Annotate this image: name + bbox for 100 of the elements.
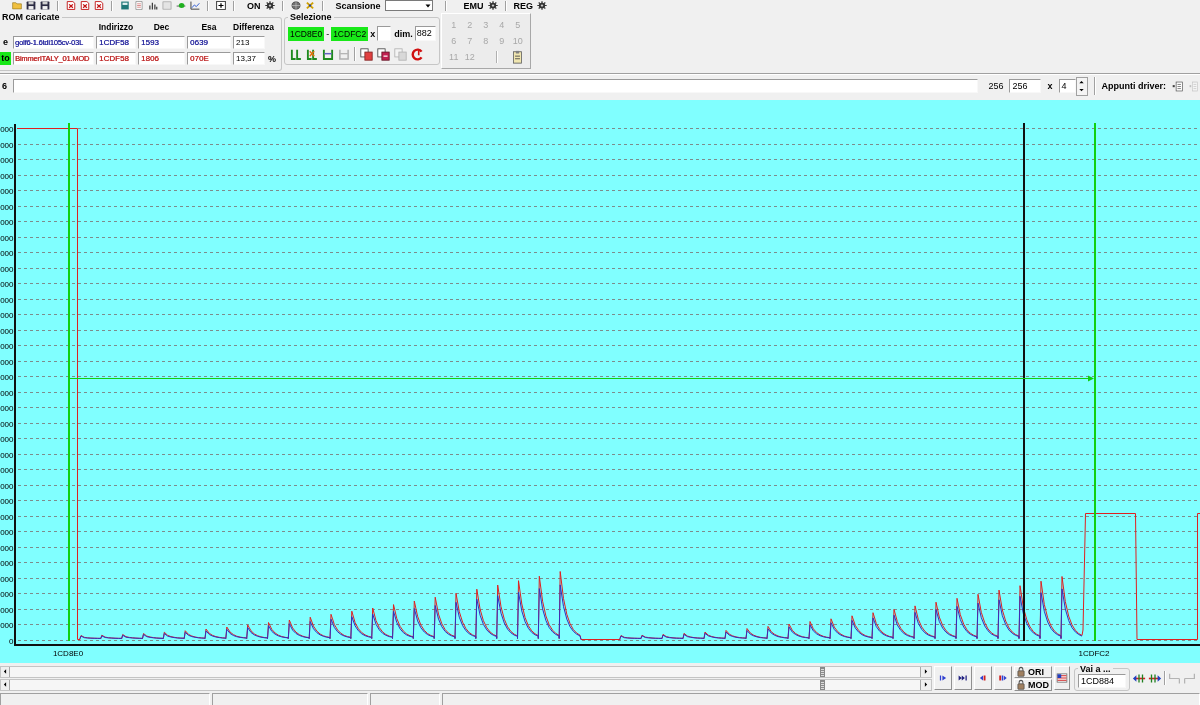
step-back-button[interactable] (974, 666, 992, 690)
document-icon[interactable] (1172, 80, 1183, 92)
scan-dropdown[interactable] (384, 0, 433, 11)
step-forward-button[interactable] (994, 666, 1012, 690)
document-icon[interactable] (80, 1, 90, 10)
difference-field[interactable]: 213 (233, 36, 265, 49)
cross-icon[interactable] (304, 1, 315, 10)
y-axis-label: 0 (9, 636, 14, 646)
horizontal-scrollbar[interactable] (0, 678, 932, 691)
clipboard-icon[interactable] (511, 50, 525, 64)
dec-field[interactable]: 1806 (138, 52, 185, 65)
dim-field[interactable]: 882 (414, 26, 436, 41)
scrollbar-thumb[interactable] (820, 666, 825, 677)
caret-up-icon[interactable] (1078, 78, 1085, 85)
y-axis-label: 000 (0, 434, 14, 444)
y-axis-label: 000 (0, 481, 14, 491)
y-axis-label: 000 (0, 341, 14, 351)
y-axis-label: 000 (0, 589, 14, 599)
horizontal-scrollbar[interactable] (0, 665, 932, 678)
percent-label: % (267, 53, 277, 64)
ori-button[interactable]: ORI (1014, 665, 1052, 678)
gear-icon[interactable] (487, 1, 498, 10)
mod-button[interactable]: MOD (1014, 678, 1052, 691)
input-field[interactable] (377, 26, 392, 41)
y-axis-label: 000 (0, 574, 14, 584)
rom-label[interactable]: e (0, 36, 11, 49)
group-title: ROM caricate (1, 12, 61, 22)
column-header: Differenza (233, 22, 276, 33)
copy-icon[interactable] (360, 47, 373, 61)
hex-field[interactable]: 070E (187, 52, 231, 65)
step-forward-button[interactable] (934, 666, 952, 690)
address-field[interactable]: 1CD884 (1078, 673, 1126, 688)
y-axis-label: 000 (0, 403, 14, 413)
step-forward-icon (938, 673, 948, 683)
y-axis-label: 000 (0, 388, 14, 398)
hex-field[interactable]: 0639 (187, 36, 231, 49)
scroll-right-button[interactable] (920, 666, 931, 677)
flag-button[interactable] (1054, 666, 1070, 690)
globe-icon[interactable] (290, 1, 301, 10)
book-icon[interactable] (120, 1, 130, 10)
column-header: Esa (200, 22, 218, 33)
plus-icon[interactable] (216, 1, 226, 10)
scan-label: Scansione (335, 0, 381, 11)
marker-line[interactable] (1023, 123, 1025, 641)
size-field[interactable]: 256 (1009, 79, 1042, 93)
step-forward-icon (998, 673, 1008, 683)
x-axis-label: 1CD8E0 (52, 649, 84, 658)
multiplier-field[interactable]: 4 (1058, 79, 1076, 93)
range-label: 6 (2, 81, 7, 91)
scroll-right-button[interactable] (920, 679, 931, 690)
document-icon[interactable] (94, 1, 104, 10)
y-axis-label: 000 (0, 217, 14, 227)
range-field[interactable] (13, 79, 979, 93)
x-axis-label: 1CDFC2 (1078, 649, 1110, 658)
y-axis-label: 000 (0, 202, 14, 212)
y-axis-label: 000 (0, 124, 14, 134)
flag-icon (1056, 672, 1068, 684)
jump-right-icon[interactable] (1148, 671, 1162, 685)
bracket-icon[interactable] (322, 47, 334, 61)
y-axis-label: 000 (0, 465, 14, 475)
bracket-icon[interactable] (306, 47, 318, 61)
rom-label[interactable]: to (0, 52, 11, 65)
dec-field[interactable]: 1593 (138, 36, 185, 49)
y-axis-label: 000 (0, 620, 14, 630)
bracket-icon[interactable] (290, 47, 302, 61)
bar-chart-icon[interactable] (148, 1, 158, 10)
y-axis-label: 000 (0, 372, 14, 382)
gear-icon[interactable] (537, 1, 548, 10)
y-axis-label: 000 (0, 295, 14, 305)
skip-forward-button[interactable] (954, 666, 972, 690)
y-axis-label: 000 (0, 357, 14, 367)
scroll-left-button[interactable] (1, 666, 10, 677)
range-end-field[interactable]: 1CDFC2 (331, 26, 369, 41)
difference-field[interactable]: 13,37 (233, 52, 265, 65)
scroll-left-button[interactable] (1, 679, 10, 690)
y-axis-label: 000 (0, 605, 14, 615)
gear-icon[interactable] (264, 1, 275, 10)
copy-icon[interactable] (377, 47, 390, 61)
group-title: Selezione (289, 12, 333, 22)
column-header: Dec (152, 22, 171, 33)
dot-icon[interactable] (176, 1, 186, 10)
scrollbar-thumb[interactable] (820, 679, 825, 690)
document-icon[interactable] (66, 1, 76, 10)
address-field[interactable]: 1CDF58 (96, 36, 136, 49)
y-axis-label: 000 (0, 264, 14, 274)
skip-forward-icon (958, 673, 968, 683)
y-axis-label: 000 (0, 543, 14, 553)
jump-left-icon[interactable] (1132, 671, 1146, 685)
lock-icon (1016, 679, 1026, 690)
y-axis-label: 000 (0, 326, 14, 336)
range-start-field[interactable]: 1CD8E0 (288, 26, 325, 41)
step-back-icon (978, 673, 988, 683)
caret-down-icon[interactable] (1078, 87, 1085, 94)
power-icon[interactable] (411, 47, 424, 61)
emu-label: EMU (463, 0, 484, 11)
column-header: Indirizzo (97, 22, 135, 33)
address-field[interactable]: 1CDF58 (96, 52, 136, 65)
line-chart-icon[interactable] (190, 1, 200, 10)
count-label: 256 (988, 81, 1004, 91)
y-axis-label: 000 (0, 527, 14, 537)
